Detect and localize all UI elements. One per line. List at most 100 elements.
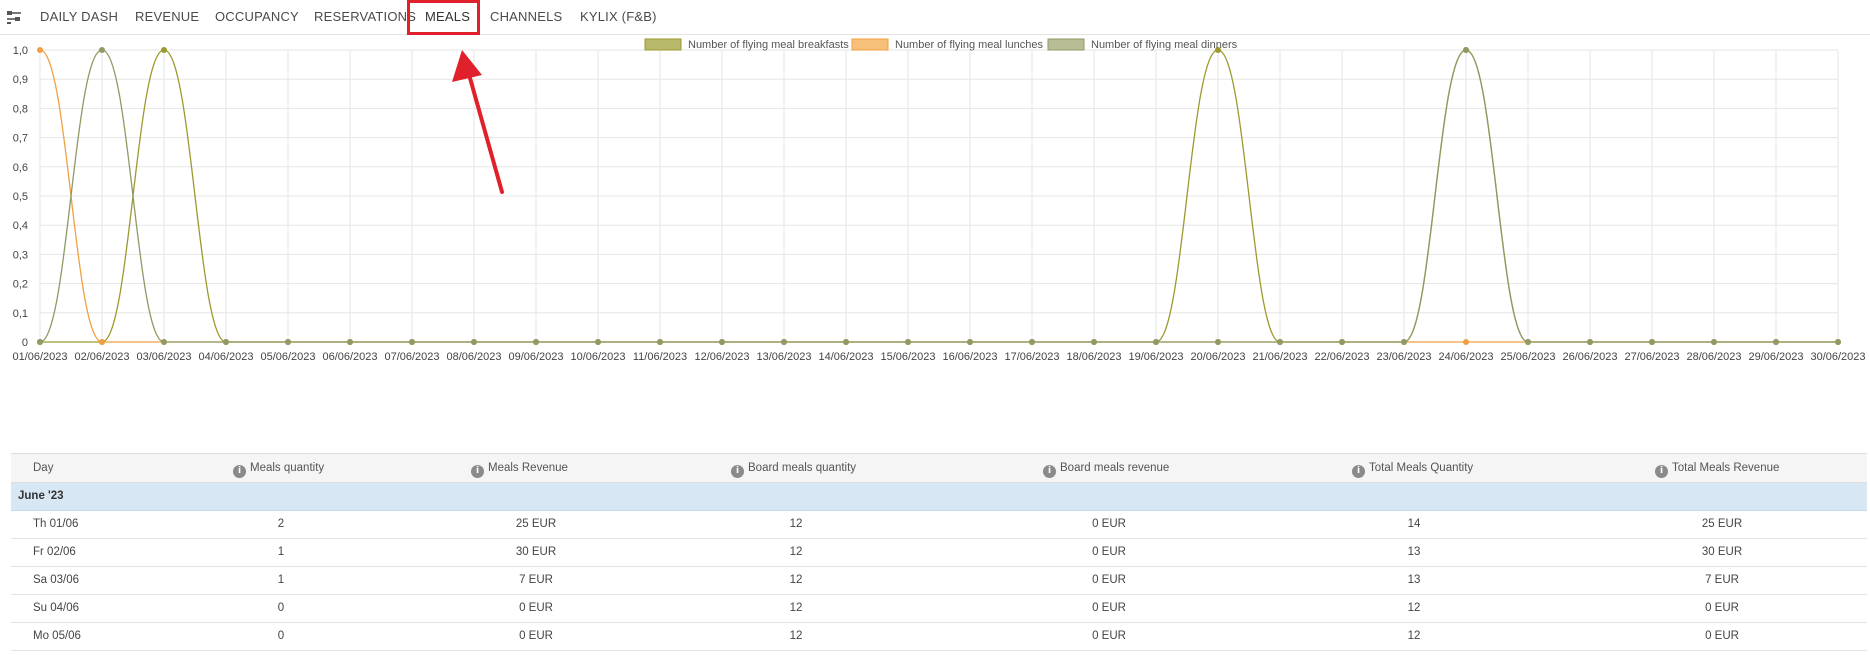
header-total-meals-quantity[interactable]: i Total Meals Quantity — [1352, 454, 1473, 482]
data-point[interactable] — [1525, 339, 1531, 345]
data-point[interactable] — [1773, 339, 1779, 345]
x-tick-label: 12/06/2023 — [694, 351, 749, 363]
cell-meals-quantity: 2 — [277, 518, 285, 530]
meals-tab-highlight-box — [407, 0, 480, 35]
info-icon[interactable]: i — [1352, 465, 1365, 478]
data-point[interactable] — [99, 339, 105, 345]
data-point[interactable] — [223, 339, 229, 345]
x-tick-label: 23/06/2023 — [1376, 351, 1431, 363]
info-icon[interactable]: i — [233, 465, 246, 478]
cell-board-meals-quantity: 12 — [789, 546, 803, 558]
table-row[interactable]: Su 04/06 0 0 EUR 12 0 EUR 12 0 EUR — [11, 595, 1867, 623]
data-point[interactable] — [657, 339, 663, 345]
legend-swatch[interactable] — [851, 38, 889, 51]
y-tick-label: 1,0 — [13, 45, 28, 57]
header-meals-quantity[interactable]: i Meals quantity — [233, 454, 324, 482]
x-tick-label: 29/06/2023 — [1748, 351, 1803, 363]
cell-day: Su 04/06 — [33, 602, 80, 614]
data-point[interactable] — [1277, 339, 1283, 345]
x-tick-label: 24/06/2023 — [1438, 351, 1493, 363]
x-tick-label: 16/06/2023 — [942, 351, 997, 363]
data-point[interactable] — [967, 339, 973, 345]
data-point[interactable] — [37, 339, 43, 345]
cell-board-meals-revenue: 0 EUR — [1092, 518, 1126, 530]
cell-board-meals-quantity: 12 — [789, 518, 803, 530]
tab-reservations[interactable]: RESERVATIONS — [314, 9, 416, 24]
tab-revenue[interactable]: REVENUE — [135, 9, 199, 24]
header-board-meals-revenue[interactable]: i Board meals revenue — [1043, 454, 1169, 482]
cell-day: Fr 02/06 — [33, 546, 76, 558]
x-tick-label: 21/06/2023 — [1252, 351, 1307, 363]
header-board-meals-quantity[interactable]: i Board meals quantity — [731, 454, 856, 482]
x-tick-label: 22/06/2023 — [1314, 351, 1369, 363]
y-tick-label: 0,4 — [13, 220, 28, 232]
legend-swatch[interactable] — [644, 38, 682, 51]
data-point[interactable] — [1215, 339, 1221, 345]
info-icon[interactable]: i — [1655, 465, 1668, 478]
table-row[interactable]: Fr 02/06 1 30 EUR 12 0 EUR 13 30 EUR — [11, 539, 1867, 567]
cell-total-meals-revenue: 0 EUR — [1705, 630, 1739, 642]
data-point[interactable] — [1339, 339, 1345, 345]
data-point[interactable] — [843, 339, 849, 345]
cell-total-meals-quantity: 13 — [1407, 546, 1421, 558]
legend-label[interactable]: Number of flying meal breakfasts — [688, 39, 849, 51]
data-point[interactable] — [1153, 339, 1159, 345]
data-point[interactable] — [1091, 339, 1097, 345]
x-tick-label: 25/06/2023 — [1500, 351, 1555, 363]
x-tick-label: 13/06/2023 — [756, 351, 811, 363]
data-point[interactable] — [409, 339, 415, 345]
data-point[interactable] — [533, 339, 539, 345]
info-icon[interactable]: i — [1043, 465, 1056, 478]
x-tick-label: 18/06/2023 — [1066, 351, 1121, 363]
cell-total-meals-revenue: 7 EUR — [1705, 574, 1739, 586]
month-group-row[interactable]: June '23 — [11, 483, 1867, 511]
cell-board-meals-quantity: 12 — [789, 574, 803, 586]
data-point[interactable] — [1029, 339, 1035, 345]
data-point[interactable] — [37, 47, 43, 53]
data-point[interactable] — [285, 339, 291, 345]
data-point[interactable] — [99, 47, 105, 53]
data-point[interactable] — [595, 339, 601, 345]
tab-kylix-fb[interactable]: KYLIX (F&B) — [580, 9, 657, 24]
tab-daily-dash[interactable]: DAILY DASH — [40, 9, 118, 24]
tab-channels[interactable]: CHANNELS — [490, 9, 562, 24]
table-row[interactable]: Sa 03/06 1 7 EUR 12 0 EUR 13 7 EUR — [11, 567, 1867, 595]
header-meals-revenue[interactable]: i Meals Revenue — [471, 454, 568, 482]
legend-label[interactable]: Number of flying meal lunches — [895, 39, 1043, 51]
data-point[interactable] — [1711, 339, 1717, 345]
data-point[interactable] — [1463, 47, 1469, 53]
data-point[interactable] — [1587, 339, 1593, 345]
data-point[interactable] — [347, 339, 353, 345]
header-total-meals-revenue[interactable]: i Total Meals Revenue — [1655, 454, 1779, 482]
cell-meals-revenue: 7 EUR — [519, 574, 553, 586]
table-header: Day i Meals quantity i Meals Revenue i Boar… — [11, 454, 1867, 483]
legend-swatch[interactable] — [1047, 38, 1085, 51]
data-point[interactable] — [719, 339, 725, 345]
legend-label[interactable]: Number of flying meal dinners — [1091, 39, 1238, 51]
cell-total-meals-quantity: 14 — [1407, 518, 1421, 530]
table-row[interactable]: Mo 05/06 0 0 EUR 12 0 EUR 12 0 EUR — [11, 623, 1867, 651]
data-point[interactable] — [471, 339, 477, 345]
data-point[interactable] — [161, 339, 167, 345]
data-point[interactable] — [161, 47, 167, 53]
info-icon[interactable]: i — [471, 465, 484, 478]
data-point[interactable] — [1401, 339, 1407, 345]
x-tick-label: 06/06/2023 — [322, 351, 377, 363]
data-point[interactable] — [1463, 339, 1469, 345]
data-point[interactable] — [905, 339, 911, 345]
header-day[interactable]: Day — [33, 454, 53, 482]
y-tick-label: 0,8 — [13, 103, 28, 115]
y-tick-label: 0,6 — [13, 162, 28, 174]
settings-sliders-icon[interactable] — [6, 9, 22, 25]
data-point[interactable] — [1649, 339, 1655, 345]
y-axis-ticks: 0 0,1 0,2 0,3 0,4 0,5 0,6 0,7 0,8 0,9 1,0 — [13, 45, 28, 349]
x-tick-label: 19/06/2023 — [1128, 351, 1183, 363]
data-point[interactable] — [1835, 339, 1841, 345]
meals-line-chart: 0 0,1 0,2 0,3 0,4 0,5 0,6 0,7 0,8 0,9 1,0 01/06/20… — [12, 38, 1866, 363]
cell-board-meals-revenue: 0 EUR — [1092, 602, 1126, 614]
info-icon[interactable]: i — [731, 465, 744, 478]
table-row[interactable]: Th 01/06 2 25 EUR 12 0 EUR 14 25 EUR — [11, 511, 1867, 539]
data-point[interactable] — [781, 339, 787, 345]
tab-occupancy[interactable]: OCCUPANCY — [215, 9, 299, 24]
x-tick-label: 08/06/2023 — [446, 351, 501, 363]
